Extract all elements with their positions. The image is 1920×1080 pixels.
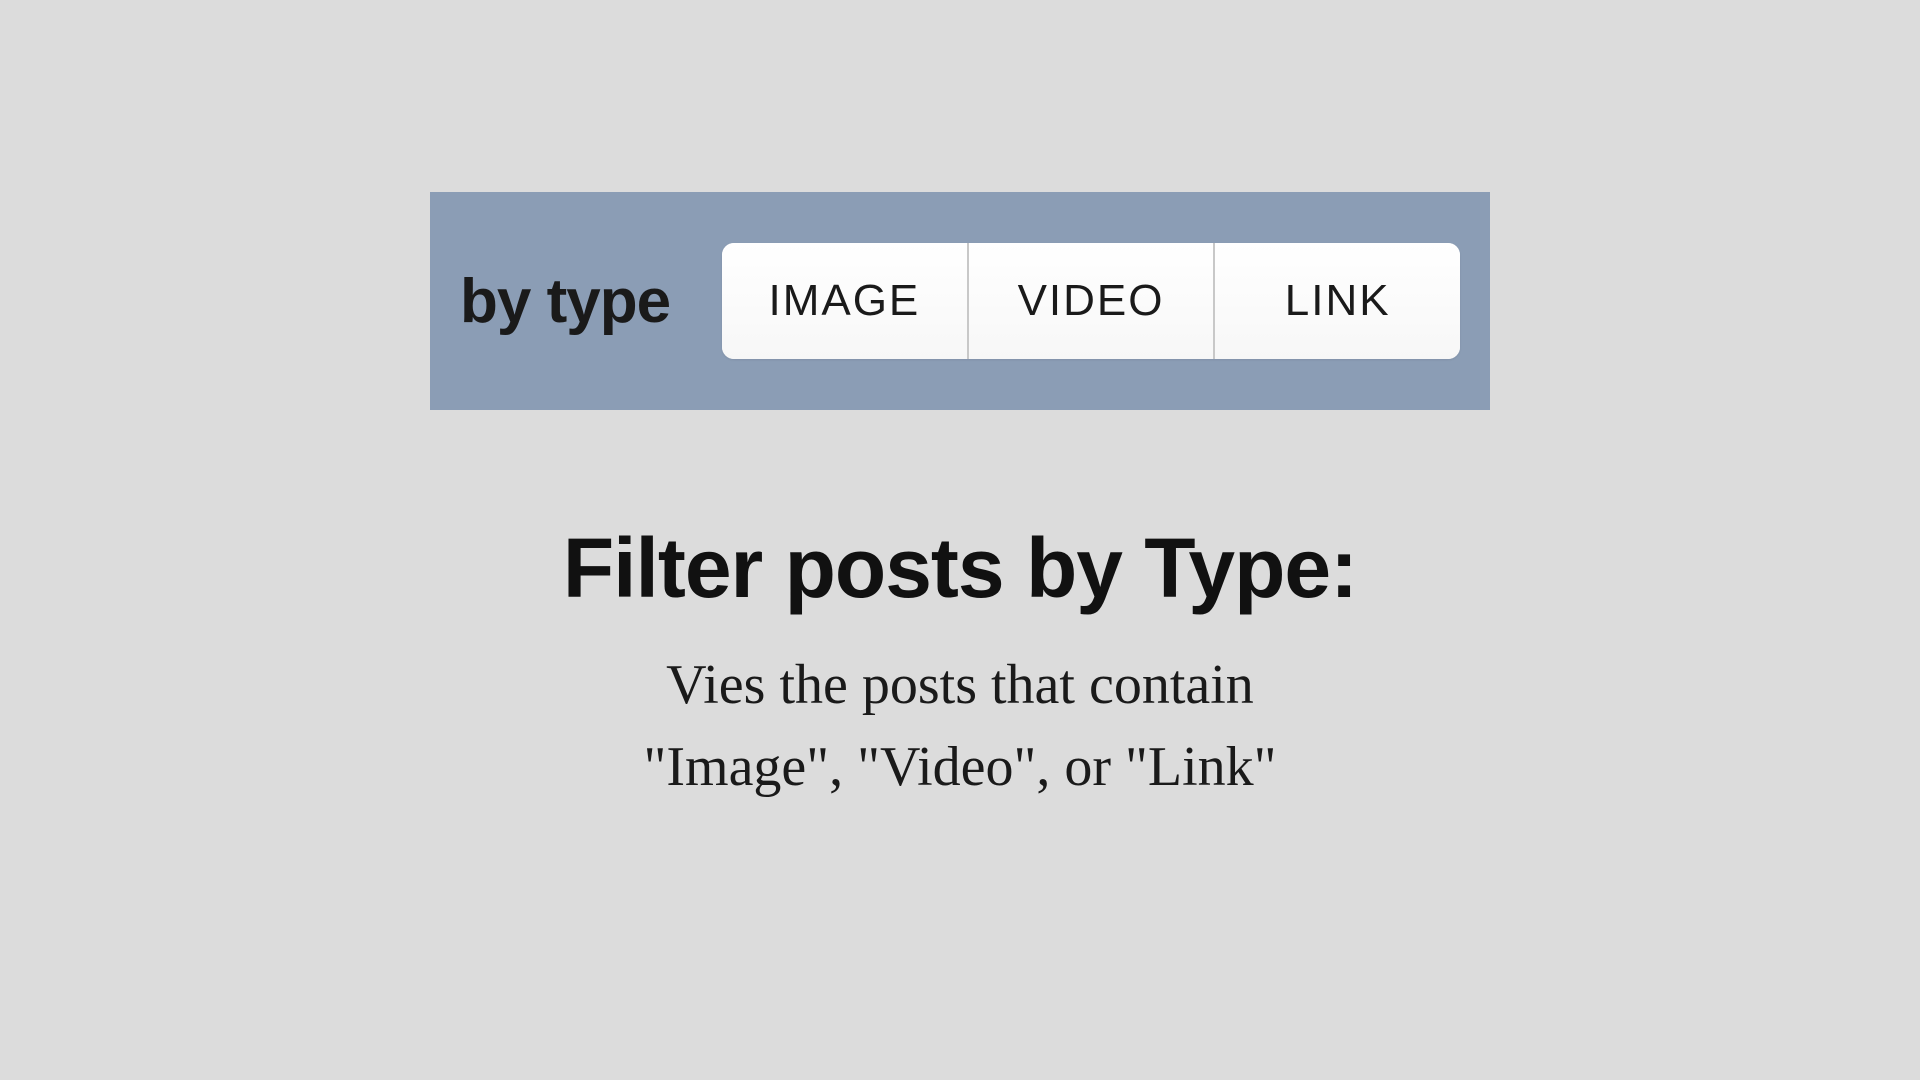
segment-control: IMAGE VIDEO LINK (722, 243, 1460, 359)
segment-button-video[interactable]: VIDEO (969, 243, 1216, 359)
section-description: Vies the posts that contain "Image", "Vi… (644, 645, 1277, 807)
segment-button-link[interactable]: LINK (1215, 243, 1460, 359)
segment-button-image[interactable]: IMAGE (722, 243, 969, 359)
filter-label: by type (460, 266, 670, 337)
description-line-2: "Image", "Video", or "Link" (644, 736, 1277, 798)
filter-bar: by type IMAGE VIDEO LINK (430, 192, 1490, 410)
section-heading: Filter posts by Type: (563, 520, 1357, 617)
content-wrapper: by type IMAGE VIDEO LINK Filter posts by… (430, 192, 1490, 807)
description-line-1: Vies the posts that contain (666, 654, 1254, 716)
